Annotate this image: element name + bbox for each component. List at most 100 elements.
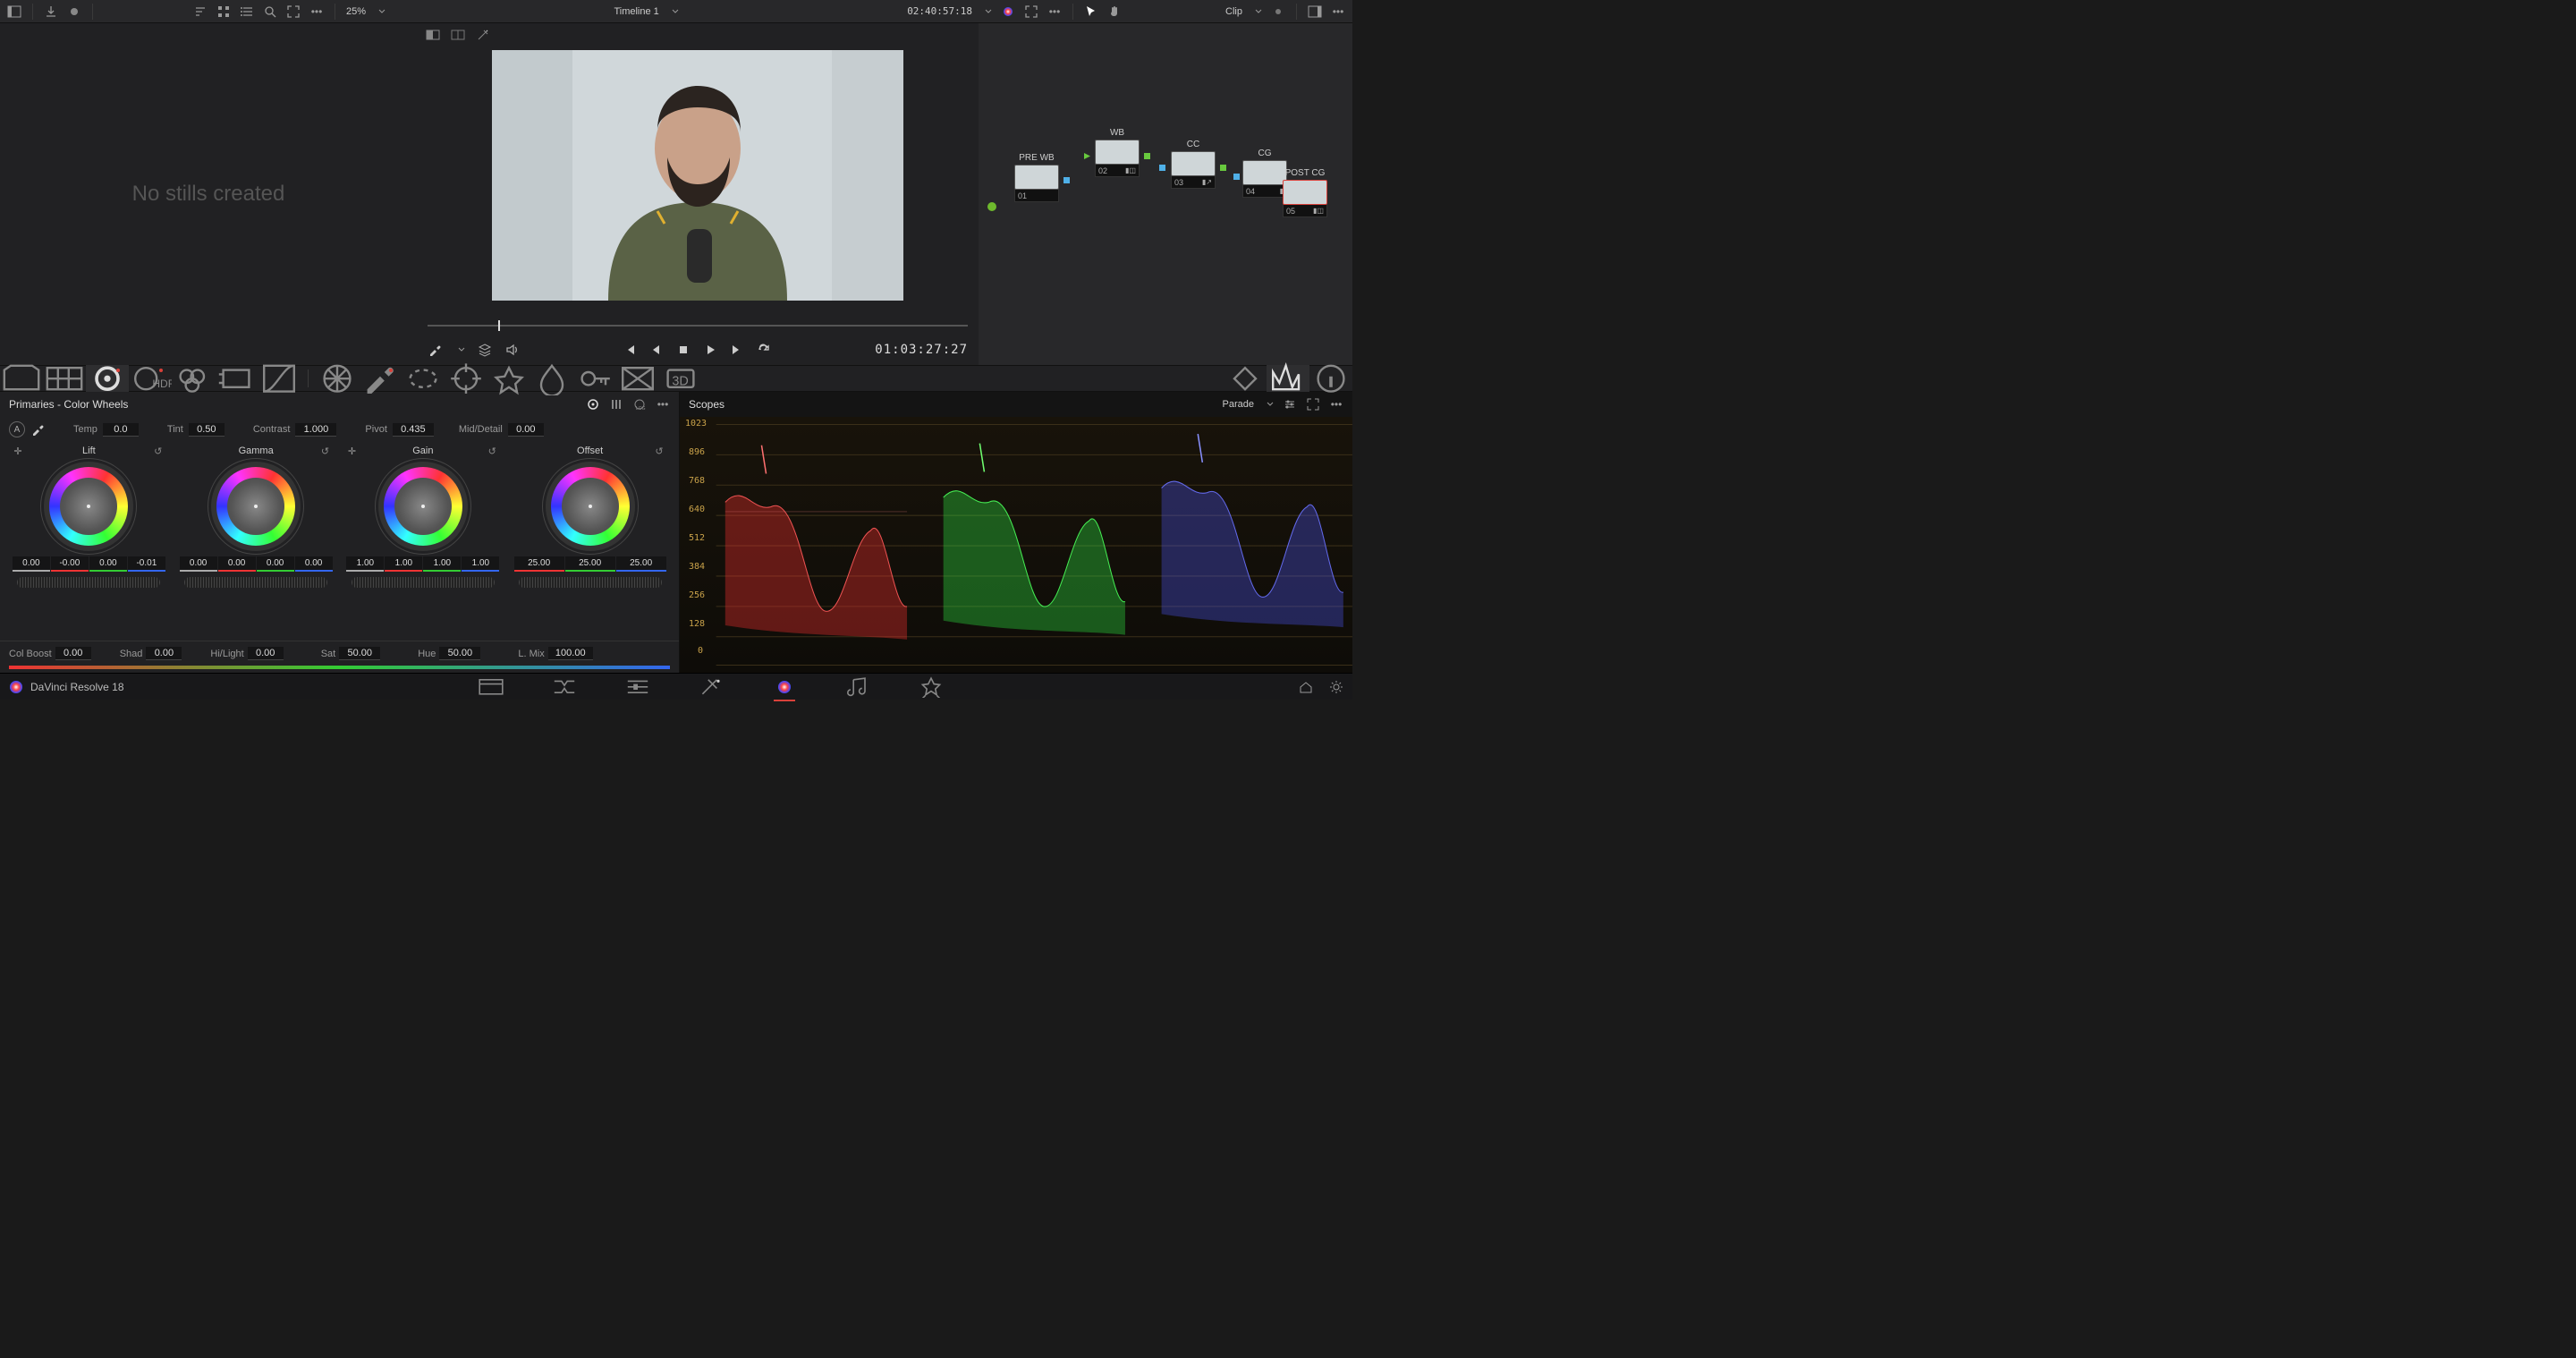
- more-icon[interactable]: •••: [656, 397, 670, 412]
- offset-b[interactable]: 25.00: [616, 556, 666, 572]
- gamma-g[interactable]: 0.00: [257, 556, 294, 572]
- node-04[interactable]: CG 04▮: [1242, 149, 1287, 198]
- color-page-icon[interactable]: [770, 676, 799, 698]
- gain-y[interactable]: 1.00: [346, 556, 384, 572]
- lift-jog[interactable]: [17, 577, 160, 588]
- gain-jog[interactable]: [352, 577, 495, 588]
- node-03[interactable]: CC 03▮↗: [1171, 140, 1216, 189]
- gamma-y[interactable]: 0.00: [180, 556, 217, 572]
- sat-input[interactable]: [339, 647, 380, 660]
- offset-jog[interactable]: [519, 577, 662, 588]
- hilight-input[interactable]: [248, 647, 284, 660]
- chevron-down-icon[interactable]: [458, 346, 465, 353]
- auto-icon[interactable]: A: [9, 421, 25, 437]
- pivot-input[interactable]: [393, 423, 434, 437]
- pointer-icon[interactable]: [1084, 4, 1098, 19]
- prev-frame-icon[interactable]: [649, 343, 664, 357]
- fusion-page-icon[interactable]: [697, 676, 725, 698]
- shad-input[interactable]: [146, 647, 182, 660]
- offset-wheel[interactable]: [546, 462, 635, 551]
- color-warper-icon[interactable]: [316, 365, 359, 392]
- colboost-input[interactable]: [55, 647, 91, 660]
- gain-b[interactable]: 1.00: [462, 556, 499, 572]
- media-page-icon[interactable]: [477, 676, 505, 698]
- fullscreen-icon[interactable]: [1024, 4, 1038, 19]
- gamma-jog[interactable]: [184, 577, 327, 588]
- picker-icon[interactable]: [30, 422, 45, 437]
- panel-toggle-right-icon[interactable]: [1308, 4, 1322, 19]
- first-frame-icon[interactable]: [623, 343, 637, 357]
- clip-dropdown[interactable]: Clip: [1218, 4, 1292, 19]
- source-node-icon[interactable]: [987, 202, 996, 211]
- target-icon[interactable]: ✛: [11, 444, 25, 458]
- magic-mask-icon[interactable]: [487, 365, 530, 392]
- home-icon[interactable]: [1299, 680, 1313, 694]
- keyframes-icon[interactable]: [1224, 365, 1267, 392]
- more-icon[interactable]: •••: [1047, 4, 1062, 19]
- deliver-page-icon[interactable]: [917, 676, 945, 698]
- reset-icon[interactable]: ↺: [151, 444, 165, 458]
- sort-icon[interactable]: [193, 4, 208, 19]
- curves-icon[interactable]: [258, 365, 301, 392]
- record-icon[interactable]: [67, 4, 81, 19]
- sizing-icon[interactable]: [616, 365, 659, 392]
- reset-icon[interactable]: ↺: [652, 444, 666, 458]
- color-managed-icon[interactable]: [1001, 4, 1015, 19]
- more-icon[interactable]: •••: [1329, 397, 1343, 412]
- color-match-icon[interactable]: [43, 365, 86, 392]
- lift-y[interactable]: 0.00: [13, 556, 50, 572]
- qualifier-icon[interactable]: [359, 365, 402, 392]
- scopes-canvas[interactable]: 1023 896 768 640 512 384 256 128 0: [680, 417, 1352, 673]
- gain-g[interactable]: 1.00: [423, 556, 461, 572]
- stereo-3d-icon[interactable]: 3D: [659, 365, 702, 392]
- grid-view-icon[interactable]: [216, 4, 231, 19]
- zoom-dropdown[interactable]: 25%: [339, 6, 393, 17]
- motion-effects-icon[interactable]: [215, 365, 258, 392]
- info-icon[interactable]: [1309, 365, 1352, 392]
- node-05[interactable]: POST CG 05▮◫: [1283, 168, 1327, 217]
- loop-icon[interactable]: [757, 343, 771, 357]
- gain-r[interactable]: 1.00: [385, 556, 422, 572]
- scopes-mode[interactable]: Parade: [1223, 399, 1254, 410]
- tint-input[interactable]: [189, 423, 225, 437]
- settings-icon[interactable]: [1283, 397, 1297, 412]
- expand-icon[interactable]: [1306, 397, 1320, 412]
- last-frame-icon[interactable]: [730, 343, 744, 357]
- rgb-mixer-icon[interactable]: [172, 365, 215, 392]
- scopes-icon[interactable]: [1267, 365, 1309, 392]
- edit-page-icon[interactable]: [623, 676, 652, 698]
- window-icon[interactable]: [402, 365, 445, 392]
- node-02[interactable]: WB 02▮◫: [1095, 128, 1140, 177]
- image-wipe-icon[interactable]: [426, 28, 440, 42]
- list-view-icon[interactable]: [240, 4, 254, 19]
- viewer-timecode[interactable]: 01:03:27:27: [875, 343, 968, 357]
- search-icon[interactable]: [263, 4, 277, 19]
- lift-g[interactable]: 0.00: [89, 556, 127, 572]
- tracker-icon[interactable]: [445, 365, 487, 392]
- play-icon[interactable]: [703, 343, 717, 357]
- lmix-input[interactable]: [548, 647, 593, 660]
- reset-icon[interactable]: ↺: [485, 444, 499, 458]
- lift-b[interactable]: -0.01: [128, 556, 165, 572]
- stop-icon[interactable]: [676, 343, 691, 357]
- log-mode-icon[interactable]: LOG: [632, 397, 647, 412]
- cut-page-icon[interactable]: [550, 676, 579, 698]
- node-graph[interactable]: PRE WB 01 WB 02▮◫ CC 03▮↗ CG 04▮ POST CG…: [979, 23, 1352, 365]
- target-icon[interactable]: ✛: [345, 444, 360, 458]
- expand-icon[interactable]: [286, 4, 301, 19]
- eyedropper-icon[interactable]: [428, 343, 442, 357]
- offset-g[interactable]: 25.00: [565, 556, 615, 572]
- gamma-r[interactable]: 0.00: [218, 556, 256, 572]
- panel-toggle-icon[interactable]: [7, 4, 21, 19]
- timeline-name[interactable]: Timeline 1: [614, 6, 658, 17]
- magic-wand-icon[interactable]: [476, 28, 490, 42]
- hand-icon[interactable]: [1107, 4, 1122, 19]
- lift-r[interactable]: -0.00: [51, 556, 89, 572]
- gamma-b[interactable]: 0.00: [295, 556, 333, 572]
- offset-r[interactable]: 25.00: [514, 556, 564, 572]
- hdr-wheels-icon[interactable]: HDR: [129, 365, 172, 392]
- key-icon[interactable]: [573, 365, 616, 392]
- wheel-mode-icon[interactable]: [586, 397, 600, 412]
- color-wheels-icon[interactable]: [86, 365, 129, 392]
- blur-icon[interactable]: [530, 365, 573, 392]
